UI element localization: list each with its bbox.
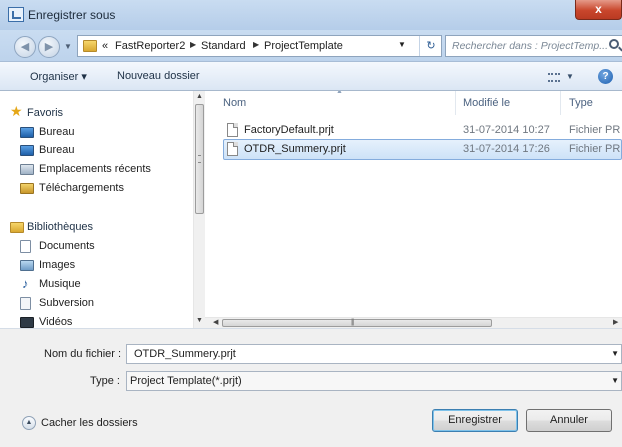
nav-group-label: Favoris	[27, 107, 64, 119]
column-header-type[interactable]: Type	[569, 97, 593, 109]
search-input[interactable]: Rechercher dans : ProjectTemp...	[452, 40, 608, 52]
navigation-pane: ★ Favoris Bureau Bureau Emplacements réc…	[0, 91, 205, 328]
recent-places-icon	[20, 164, 34, 175]
breadcrumb-fastreporter2[interactable]: FastReporter2	[115, 40, 185, 52]
breadcrumb-standard[interactable]: Standard	[201, 40, 246, 52]
refresh-icon: ↻	[426, 40, 436, 52]
app-icon	[8, 7, 24, 22]
desktop-icon	[20, 127, 34, 138]
documents-icon	[20, 240, 31, 253]
downloads-icon	[20, 183, 34, 194]
column-header-name[interactable]: Nom	[223, 97, 246, 109]
nav-item-label: Subversion	[39, 297, 95, 309]
recent-locations-dropdown[interactable]: ▼	[62, 40, 74, 54]
new-folder-button[interactable]: Nouveau dossier	[117, 70, 200, 82]
subversion-icon	[20, 297, 31, 310]
file-type: Fichier PR	[569, 143, 621, 155]
scroll-grip-icon: |||	[351, 319, 355, 326]
chevron-down-icon: ▼	[64, 42, 72, 51]
column-divider[interactable]	[455, 91, 456, 115]
view-options-button[interactable]: ▼	[548, 71, 576, 85]
file-type-value: Project Template(*.prjt)	[130, 375, 242, 387]
file-icon	[227, 142, 238, 156]
nav-item-label: Emplacements récents	[39, 163, 151, 175]
breadcrumb-separator-icon[interactable]: ▶	[190, 40, 196, 49]
nav-pane-scrollbar[interactable]: ▲ ▼	[193, 91, 205, 328]
view-list-icon	[548, 73, 560, 82]
nav-item-label: Téléchargements	[39, 182, 124, 194]
filename-field[interactable]: OTDR_Summery.prjt ▼	[126, 344, 622, 364]
file-modified: 31-07-2014 17:26	[463, 143, 550, 155]
scroll-up-icon[interactable]: ▲	[194, 93, 205, 100]
close-button[interactable]: x	[575, 0, 622, 20]
nav-group-label: Bibliothèques	[27, 221, 94, 233]
chevron-down-icon[interactable]: ▼	[611, 349, 619, 358]
nav-item-label: Bureau	[39, 126, 75, 138]
file-type-label: Type :	[90, 375, 120, 387]
music-note-icon: ♪	[22, 276, 29, 291]
refresh-button[interactable]: ↻	[419, 36, 442, 56]
scroll-left-icon[interactable]: ◀	[213, 318, 218, 326]
nav-item-label: Documents	[39, 240, 95, 252]
chevron-up-icon: ▲	[22, 416, 36, 430]
nav-item-label: Vidéos	[39, 316, 73, 328]
back-arrow-icon: ◀	[20, 41, 30, 53]
cancel-button[interactable]: Annuler	[526, 409, 612, 432]
folder-icon	[83, 40, 97, 52]
sort-ascending-icon: ▲	[336, 91, 343, 95]
breadcrumb-separator-icon[interactable]: ▶	[253, 40, 259, 49]
file-modified: 31-07-2014 10:27	[463, 124, 550, 136]
back-button[interactable]: ◀	[14, 36, 36, 58]
chevron-down-icon: ▼	[566, 72, 574, 81]
address-overflow-prefix[interactable]: «	[102, 40, 108, 52]
navigation-bar: ◀ ▶ ▼ « FastReporter2 ▶ Standard ▶ Proje…	[0, 30, 622, 61]
help-icon[interactable]: ?	[598, 69, 613, 84]
address-bar[interactable]: « FastReporter2 ▶ Standard ▶ ProjectTemp…	[77, 35, 442, 57]
organize-button[interactable]: Organiser ▾	[30, 70, 87, 83]
window-title: Enregistrer sous	[28, 8, 116, 22]
nav-item-label: Images	[39, 259, 76, 271]
column-header-modified[interactable]: Modifié le	[463, 97, 510, 109]
title-bar: Enregistrer sous x	[0, 0, 622, 30]
nav-item-label: Musique	[39, 278, 81, 290]
file-row[interactable]: FactoryDefault.prjt 31-07-2014 10:27 Fic…	[223, 120, 622, 141]
breadcrumb-projecttemplate[interactable]: ProjectTemplate	[264, 40, 343, 52]
chevron-down-icon[interactable]: ▼	[611, 376, 619, 385]
search-icon	[609, 39, 619, 49]
forward-arrow-icon: ▶	[44, 41, 54, 53]
save-button[interactable]: Enregistrer	[432, 409, 518, 432]
videos-icon	[20, 317, 34, 328]
file-type: Fichier PR	[569, 124, 621, 136]
scroll-right-icon[interactable]: ▶	[613, 318, 618, 326]
file-type-select[interactable]: Project Template(*.prjt) ▼	[126, 371, 622, 391]
hide-folders-label: Cacher les dossiers	[41, 417, 138, 429]
command-bar: Organiser ▾ Nouveau dossier ▼ ?	[0, 61, 622, 91]
file-row-selected[interactable]: OTDR_Summery.prjt 31-07-2014 17:26 Fichi…	[223, 139, 622, 160]
scroll-thumb[interactable]: |||	[222, 319, 492, 327]
file-name: OTDR_Summery.prjt	[244, 143, 346, 155]
column-divider[interactable]	[560, 91, 561, 115]
scroll-down-icon[interactable]: ▼	[194, 317, 205, 324]
scroll-thumb[interactable]	[195, 104, 204, 214]
search-box[interactable]: Rechercher dans : ProjectTemp...	[445, 35, 622, 57]
file-icon	[227, 123, 238, 137]
file-list-horizontal-scrollbar[interactable]: ◀ ||| ▶	[205, 317, 622, 328]
filename-label: Nom du fichier :	[44, 348, 122, 360]
file-list: Nom ▲ Modifié le Type FactoryDefault.prj…	[205, 91, 622, 328]
file-name: FactoryDefault.prjt	[244, 124, 334, 136]
libraries-icon	[10, 222, 24, 233]
save-as-dialog: Enregistrer sous x ◀ ▶ ▼ « FastReporter2…	[0, 0, 622, 447]
images-icon	[20, 260, 34, 271]
save-options-panel: Nom du fichier : OTDR_Summery.prjt ▼ Typ…	[0, 328, 622, 447]
filename-value[interactable]: OTDR_Summery.prjt	[134, 348, 236, 360]
forward-button[interactable]: ▶	[38, 36, 60, 58]
star-icon: ★	[10, 103, 23, 119]
chevron-down-icon[interactable]: ▼	[398, 40, 406, 49]
nav-item-label: Bureau	[39, 144, 75, 156]
desktop-icon	[20, 145, 34, 156]
